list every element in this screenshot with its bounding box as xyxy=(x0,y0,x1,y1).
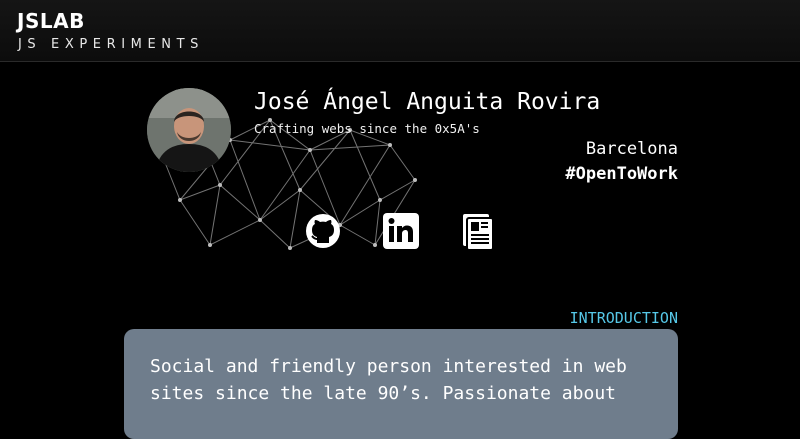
site-subtitle: JS EXPERIMENTS xyxy=(18,37,205,52)
profile-name: José Ángel Anguita Rovira xyxy=(254,89,601,115)
cv-document-icon xyxy=(463,214,494,251)
github-link[interactable] xyxy=(304,212,342,250)
avatar-portrait xyxy=(147,88,231,172)
avatar xyxy=(147,88,231,172)
top-bar: JSLAB JS EXPERIMENTS xyxy=(0,0,800,62)
site-logo-title[interactable]: JSLAB xyxy=(17,9,85,33)
introduction-heading: INTRODUCTION xyxy=(569,309,678,327)
profile-tagline: Crafting webs since the 0x5A's xyxy=(254,121,480,136)
linkedin-icon xyxy=(383,213,419,249)
github-icon xyxy=(306,214,340,248)
introduction-text: Social and friendly person interested in… xyxy=(150,356,627,404)
profile-location: Barcelona xyxy=(585,139,678,159)
linkedin-link[interactable] xyxy=(382,212,420,250)
cv-download-link[interactable] xyxy=(459,212,497,251)
open-to-work-tag: #OpenToWork xyxy=(565,164,678,184)
